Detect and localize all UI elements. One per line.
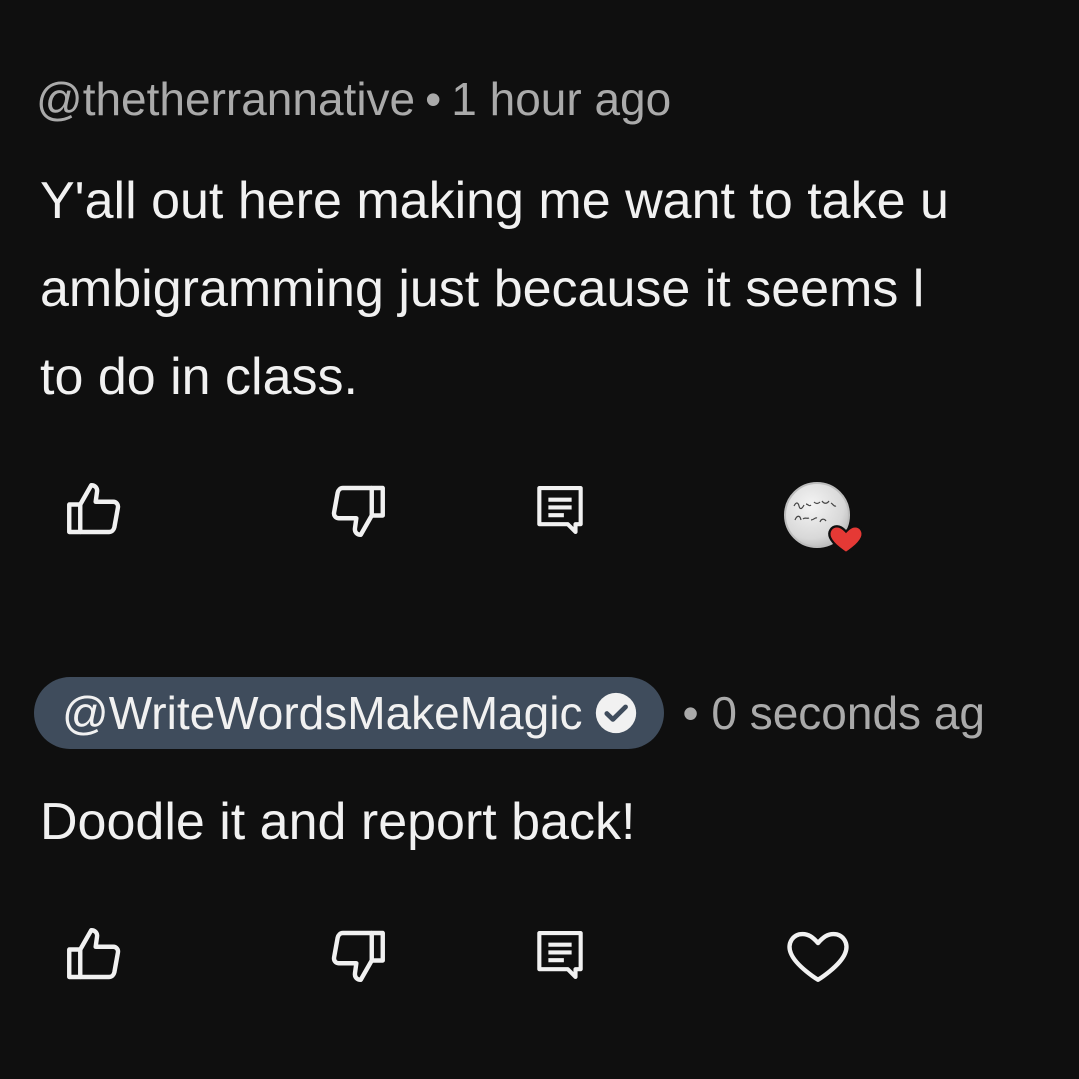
comment-actions xyxy=(0,470,1079,560)
thumbs-down-icon xyxy=(331,930,385,982)
meta-separator: • xyxy=(682,687,699,739)
thumbs-up-icon xyxy=(67,483,121,535)
creator-heart xyxy=(778,470,864,555)
comment-author[interactable]: @thetherrannative xyxy=(36,73,415,125)
comment-text-line: ambigramming just because it seems l xyxy=(40,260,925,318)
dislike-button[interactable] xyxy=(318,470,398,550)
thumbs-down-icon xyxy=(331,485,385,537)
comment-meta: @thetherrannative • 1 hour ago xyxy=(36,72,671,126)
like-button[interactable] xyxy=(54,915,134,995)
comment-timestamp: 0 seconds ag xyxy=(711,687,985,739)
comment-timestamp-group: • 0 seconds ag xyxy=(682,686,985,740)
meta-separator: • xyxy=(425,73,442,125)
comment-text-line: to do in class. xyxy=(40,348,358,406)
comment-text-line: Doodle it and report back! xyxy=(40,793,636,851)
comment-author: @WriteWordsMakeMagic xyxy=(62,687,583,739)
heart-badge-icon xyxy=(828,525,864,555)
comment-text-line: Y'all out here making me want to take u xyxy=(40,172,949,230)
thumbs-up-icon xyxy=(67,928,121,980)
comment-timestamp: 1 hour ago xyxy=(451,73,672,125)
creator-heart-badge xyxy=(778,470,864,555)
reply-button[interactable] xyxy=(520,470,600,550)
reply-icon xyxy=(537,930,583,980)
heart-button[interactable] xyxy=(778,915,858,995)
comment-meta: @WriteWordsMakeMagic • 0 seconds ag xyxy=(34,676,985,750)
heart-icon xyxy=(787,931,849,982)
creator-author-badge[interactable]: @WriteWordsMakeMagic xyxy=(34,677,665,749)
comment-text: Y'all out here making me want to take u … xyxy=(40,157,949,421)
reply-icon xyxy=(537,485,583,535)
dislike-button[interactable] xyxy=(318,915,398,995)
verified-check-icon xyxy=(596,692,637,734)
reply-button[interactable] xyxy=(520,915,600,995)
comment-text: Doodle it and report back! xyxy=(40,778,635,866)
comment-actions xyxy=(0,915,1079,1005)
like-button[interactable] xyxy=(54,470,134,550)
